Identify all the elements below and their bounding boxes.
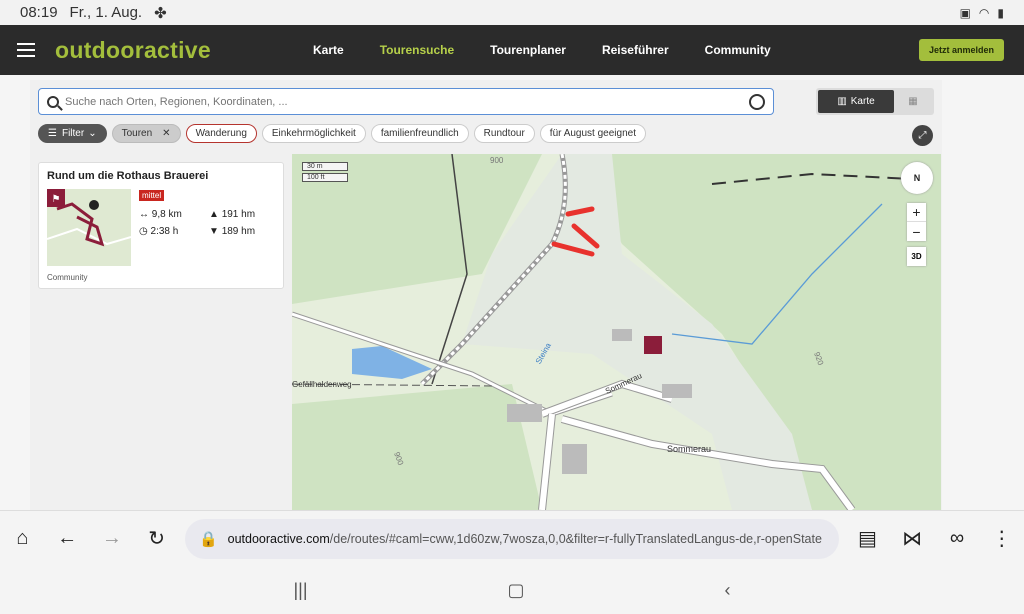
map-label-village: Sommerau (667, 444, 712, 454)
status-icons: ▣ ◠ ▮ (960, 6, 1004, 20)
top-navigation: outdooractive Karte Tourensuche Tourenpl… (0, 25, 1024, 75)
reload-icon[interactable]: ↻ (134, 526, 179, 551)
results-sidebar: Rund um die Rothaus Brauerei ⚑ mittel ↔ … (30, 154, 292, 510)
filter-icon: ☰ (48, 128, 57, 139)
svg-text:⚑: ⚑ (52, 194, 61, 205)
url-domain: outdooractive.com (227, 531, 330, 546)
tour-ascent: 191 hm (221, 209, 256, 220)
tour-distance: 9,8 km (151, 209, 182, 220)
share-icon[interactable]: ⋈ (890, 526, 935, 551)
tour-stats: ↔ 9,8 km ▲ 191 hm ◷ 2:38 h ▼ 189 hm (139, 209, 279, 237)
map-label-street: Gefällhaldenweg (292, 380, 352, 389)
filter-bar: ☰ Filter ⌄ Touren ✕ Wanderung Einkehrmög… (38, 124, 646, 143)
wifi-icon: ◠ (978, 5, 990, 20)
tour-duration: 2:38 h (150, 226, 179, 237)
tour-source: Community (47, 273, 88, 282)
url-bar[interactable]: 🔒 outdooractive.com/de/routes/#caml=cww,… (184, 518, 840, 559)
url-text[interactable]: outdooractive.com/de/routes/#caml=cww,1d… (228, 532, 826, 546)
distance-icon: ↔ (139, 209, 152, 220)
status-bar: 08:19 Fr., 1. Aug. ✤ ▣ ◠ ▮ (0, 0, 1024, 25)
android-nav-bar: ||| ▢ ‹ (0, 566, 1024, 614)
browser-toolbar: ⌂ ← → ↻ 🔒 outdooractive.com/de/routes/#c… (0, 510, 1024, 566)
chip-rundtour[interactable]: Rundtour (473, 124, 535, 143)
search-icon (47, 95, 59, 108)
forward-icon[interactable]: → (89, 527, 134, 550)
view-toggle: ▥ Karte ▦ (816, 88, 934, 115)
scale-feet: 100 ft (302, 173, 348, 182)
map-label-contour-1: 900 (490, 156, 504, 165)
map-view[interactable]: 30 m 100 ft Sommerau Sommerau Gefällhald… (292, 154, 941, 510)
battery-icon: ▮ (997, 5, 1004, 20)
status-date: Fr., 1. Aug. (69, 4, 143, 21)
ascent-icon: ▲ (209, 209, 222, 220)
battery-saver-icon: ▣ (959, 5, 971, 20)
nav-link-tourensuche[interactable]: Tourensuche (362, 43, 472, 57)
map-icon: ▥ (837, 96, 847, 107)
back-icon[interactable]: ← (45, 527, 90, 550)
nav-link-karte[interactable]: Karte (295, 43, 362, 57)
map-view-button[interactable]: ▥ Karte (818, 90, 894, 113)
type-chip-touren[interactable]: Touren ✕ (111, 124, 181, 143)
chevron-down-icon: ⌄ (88, 128, 97, 139)
status-time: 08:19 (20, 4, 58, 21)
grid-view-button[interactable]: ▦ (894, 96, 932, 107)
pinwheel-icon: ✤ (154, 4, 167, 22)
compass-button[interactable]: N (901, 162, 933, 194)
nav-link-tourenplaner[interactable]: Tourenplaner (472, 43, 584, 57)
filter-label: Filter (61, 128, 85, 139)
url-path: /de/routes/#caml=cww,1d60zw,7wosza,0,0&f… (329, 531, 822, 546)
chip-einkehr[interactable]: Einkehrmöglichkeit (261, 124, 366, 143)
home-icon[interactable]: ⌂ (0, 527, 45, 550)
home-button-icon[interactable]: ▢ (508, 580, 525, 601)
zoom-in-button[interactable]: + (907, 203, 926, 222)
3d-button[interactable]: 3D (907, 247, 926, 266)
globe-location-icon[interactable] (749, 93, 765, 110)
tabs-icon[interactable]: ∞ (935, 527, 980, 550)
tour-thumbnail[interactable]: ⚑ (47, 189, 131, 266)
lock-icon: 🔒 (198, 530, 218, 548)
search-bar[interactable] (38, 88, 774, 115)
reader-icon[interactable]: ▤ (845, 526, 890, 551)
chip-familienfreundlich[interactable]: familienfreundlich (370, 124, 469, 143)
scale-meters: 30 m (302, 162, 348, 171)
more-icon[interactable]: ⋮ (979, 526, 1024, 551)
nav-link-reisefuehrer[interactable]: Reiseführer (584, 43, 687, 57)
close-icon[interactable]: ✕ (162, 128, 170, 139)
search-input[interactable] (65, 95, 749, 108)
menu-icon[interactable] (17, 43, 35, 57)
clock-icon: ◷ (139, 226, 151, 237)
chip-wanderung[interactable]: Wanderung (185, 124, 257, 143)
tour-title[interactable]: Rund um die Rothaus Brauerei (47, 170, 275, 182)
map-view-label: Karte (850, 96, 875, 107)
tour-descent: 189 hm (221, 226, 256, 237)
tour-card[interactable]: Rund um die Rothaus Brauerei ⚑ mittel ↔ … (38, 162, 284, 289)
recents-icon[interactable]: ||| (293, 580, 307, 601)
nav-links: Karte Tourensuche Tourenplaner Reiseführ… (295, 43, 789, 57)
zoom-control: + − (907, 203, 926, 241)
back-button-icon[interactable]: ‹ (725, 580, 731, 601)
type-chip-label: Touren (121, 128, 153, 139)
chip-august[interactable]: für August geeignet (539, 124, 646, 143)
filter-button[interactable]: ☰ Filter ⌄ (38, 124, 107, 143)
descent-icon: ▼ (209, 226, 222, 237)
grid-icon: ▦ (908, 96, 918, 107)
map-scale: 30 m 100 ft (302, 162, 348, 184)
difficulty-badge: mittel (139, 190, 165, 201)
logo[interactable]: outdooractive (55, 37, 295, 64)
login-button[interactable]: Jetzt anmelden (918, 39, 1004, 61)
nav-link-community[interactable]: Community (687, 43, 789, 57)
zoom-out-button[interactable]: − (907, 222, 926, 241)
expand-icon[interactable]: ⤢ (912, 125, 933, 146)
